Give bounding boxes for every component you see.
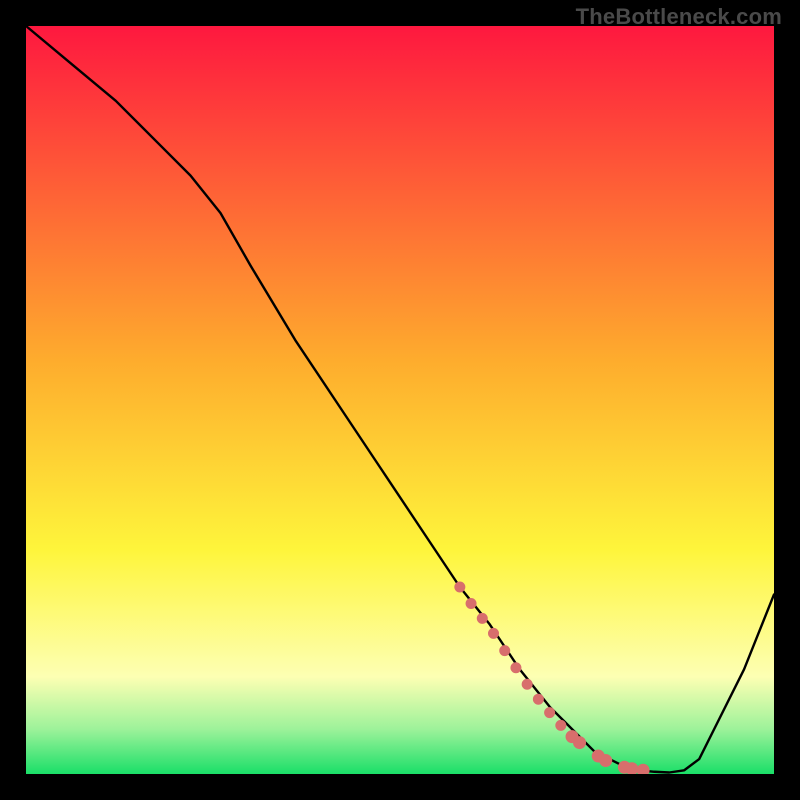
curve-marker-dot	[600, 755, 612, 767]
curve-marker-dot	[500, 646, 510, 656]
curve-marker-dot	[477, 613, 487, 623]
plot-area	[26, 26, 774, 774]
chart-stage: TheBottleneck.com	[0, 0, 800, 800]
curve-marker-dot	[511, 663, 521, 673]
curve-marker-dot	[522, 679, 532, 689]
curve-marker-dot	[626, 763, 638, 774]
curve-marker-dot	[574, 737, 586, 749]
curve-marker-dot	[637, 764, 649, 774]
gradient-background	[26, 26, 774, 774]
curve-marker-dot	[455, 582, 465, 592]
curve-marker-dot	[556, 720, 566, 730]
curve-marker-dot	[489, 628, 499, 638]
curve-marker-dot	[533, 694, 543, 704]
curve-marker-dot	[466, 598, 476, 608]
curve-marker-dot	[545, 708, 555, 718]
bottleneck-curve-chart	[26, 26, 774, 774]
